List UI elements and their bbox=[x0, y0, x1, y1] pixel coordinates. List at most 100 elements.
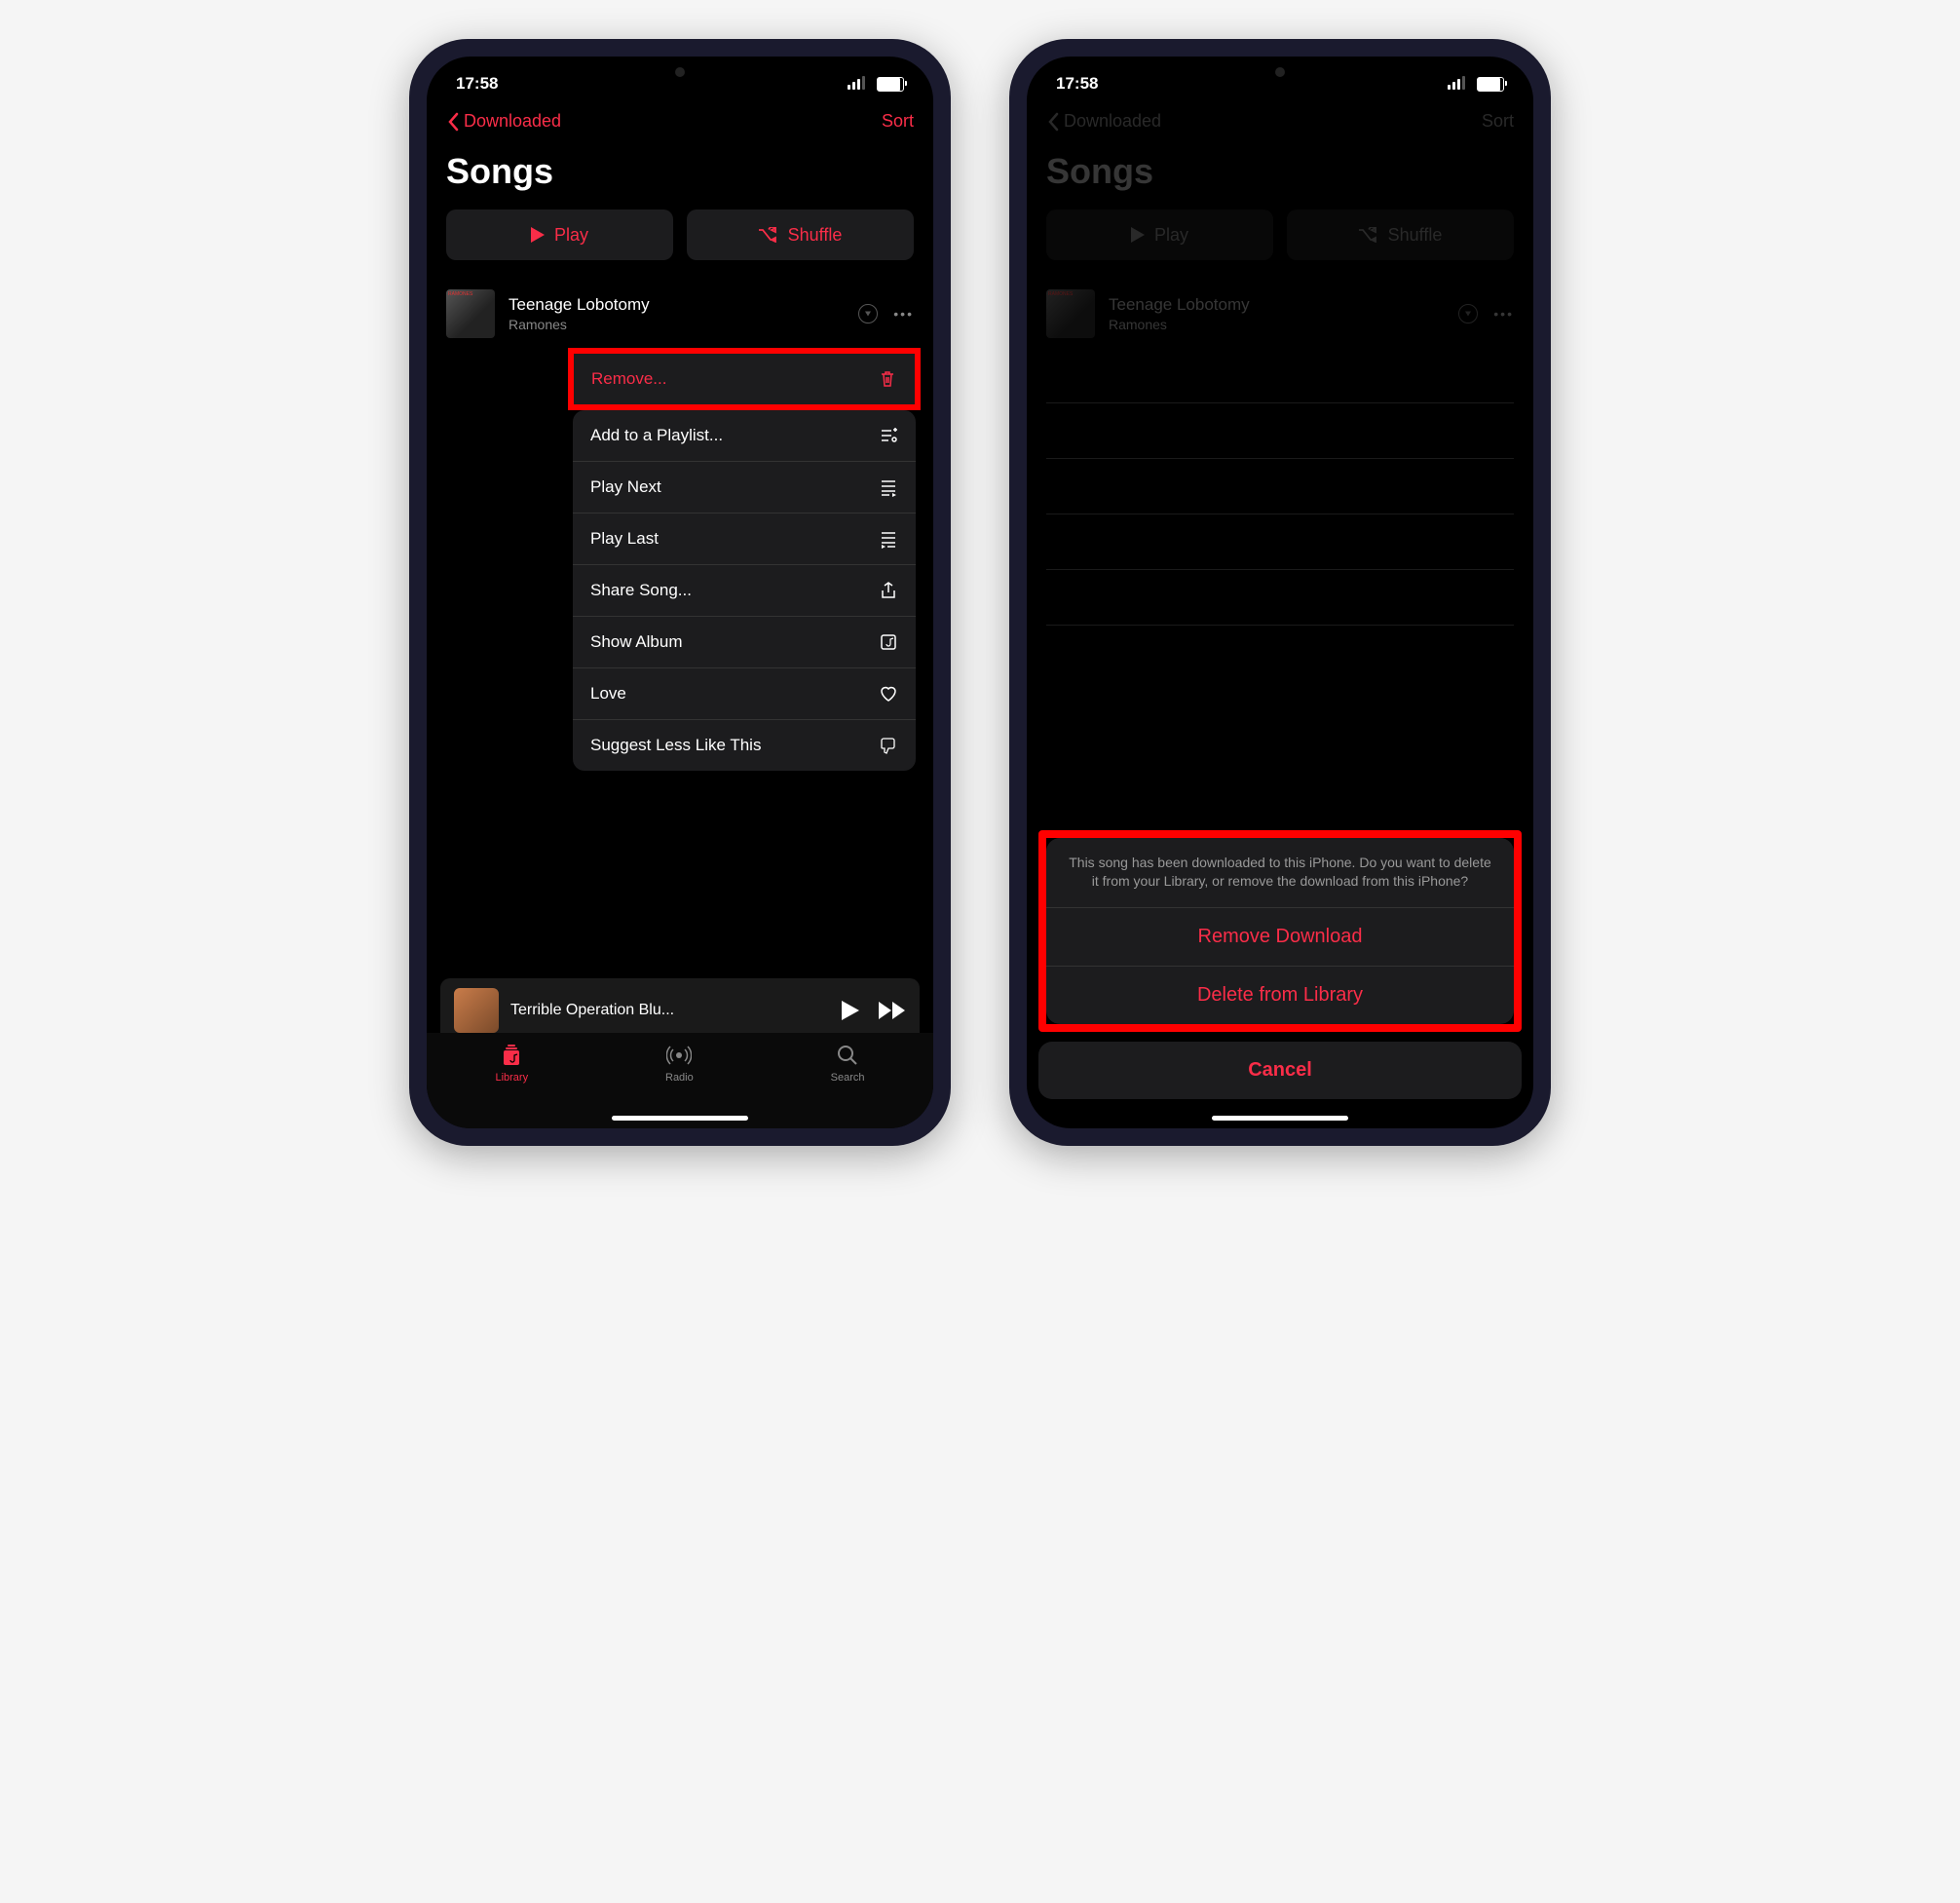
menu-love-label: Love bbox=[590, 684, 626, 704]
now-playing-art bbox=[454, 988, 499, 1033]
menu-play-next[interactable]: Play Next bbox=[573, 462, 916, 514]
status-time: 17:58 bbox=[456, 74, 498, 94]
download-icon bbox=[1458, 304, 1478, 324]
song-artist: Ramones bbox=[1109, 317, 1445, 332]
home-indicator[interactable] bbox=[612, 1116, 748, 1121]
cellular-icon bbox=[1448, 78, 1465, 90]
playlist-icon bbox=[879, 426, 898, 445]
screen-left: 17:58 Downloaded Sort Songs Play Shuffle bbox=[427, 57, 933, 1128]
play-button: Play bbox=[1046, 209, 1273, 260]
menu-suggest-less-label: Suggest Less Like This bbox=[590, 736, 761, 755]
radio-icon bbox=[666, 1043, 692, 1068]
now-playing-title: Terrible Operation Blu... bbox=[510, 1002, 830, 1019]
np-play-icon[interactable] bbox=[842, 1001, 859, 1020]
search-icon bbox=[835, 1043, 860, 1068]
menu-play-next-label: Play Next bbox=[590, 477, 661, 497]
album-art bbox=[1046, 289, 1095, 338]
menu-share-label: Share Song... bbox=[590, 581, 692, 600]
sheet-message: This song has been downloaded to this iP… bbox=[1046, 838, 1514, 907]
album-art bbox=[446, 289, 495, 338]
back-button[interactable]: Downloaded bbox=[446, 111, 561, 132]
share-icon bbox=[879, 581, 898, 600]
song-title: Teenage Lobotomy bbox=[1109, 295, 1445, 315]
page-title: Songs bbox=[1027, 141, 1533, 209]
tab-bar: Library Radio Search bbox=[427, 1033, 933, 1128]
tab-radio-label: Radio bbox=[665, 1072, 694, 1084]
menu-share[interactable]: Share Song... bbox=[573, 565, 916, 617]
highlight-annotation: Remove... bbox=[568, 348, 921, 410]
page-title: Songs bbox=[427, 141, 933, 209]
status-icons bbox=[1448, 74, 1504, 94]
notch bbox=[607, 57, 753, 88]
highlight-annotation: This song has been downloaded to this iP… bbox=[1038, 830, 1522, 1032]
menu-add-playlist-label: Add to a Playlist... bbox=[590, 426, 723, 445]
np-forward-icon[interactable] bbox=[879, 1002, 906, 1019]
play-label: Play bbox=[554, 225, 588, 246]
play-icon bbox=[1131, 227, 1145, 243]
menu-show-album[interactable]: Show Album bbox=[573, 617, 916, 668]
sheet-group: This song has been downloaded to this iP… bbox=[1046, 838, 1514, 1024]
tab-library-label: Library bbox=[495, 1072, 528, 1084]
play-icon bbox=[531, 227, 545, 243]
trash-icon bbox=[878, 369, 897, 389]
song-actions: ••• bbox=[1458, 304, 1514, 324]
play-label: Play bbox=[1154, 225, 1188, 246]
back-label: Downloaded bbox=[464, 111, 561, 132]
play-last-icon bbox=[879, 529, 898, 549]
home-indicator[interactable] bbox=[1212, 1116, 1348, 1121]
tab-radio[interactable]: Radio bbox=[665, 1043, 694, 1084]
nav-row: Downloaded Sort bbox=[1027, 101, 1533, 141]
shuffle-icon bbox=[759, 227, 778, 243]
menu-suggest-less[interactable]: Suggest Less Like This bbox=[573, 720, 916, 771]
heart-icon bbox=[879, 684, 898, 704]
remove-download-button[interactable]: Remove Download bbox=[1046, 907, 1514, 966]
tab-search-label: Search bbox=[831, 1072, 865, 1084]
shuffle-label: Shuffle bbox=[788, 225, 843, 246]
battery-icon bbox=[877, 77, 904, 92]
status-icons bbox=[848, 74, 904, 94]
song-row[interactable]: Teenage Lobotomy Ramones ••• bbox=[427, 280, 933, 348]
shuffle-button: Shuffle bbox=[1287, 209, 1514, 260]
play-next-icon bbox=[879, 477, 898, 497]
thumbs-down-icon bbox=[879, 736, 898, 755]
cellular-icon bbox=[848, 78, 865, 90]
song-info: Teenage Lobotomy Ramones bbox=[509, 295, 845, 332]
more-button: ••• bbox=[1493, 306, 1514, 322]
tab-search[interactable]: Search bbox=[831, 1043, 865, 1084]
screen-right: 17:58 Downloaded Sort Songs Play Shuffle bbox=[1027, 57, 1533, 1128]
shuffle-button[interactable]: Shuffle bbox=[687, 209, 914, 260]
back-button: Downloaded bbox=[1046, 111, 1161, 132]
album-icon bbox=[879, 632, 898, 652]
menu-love[interactable]: Love bbox=[573, 668, 916, 720]
action-buttons-row: Play Shuffle bbox=[1027, 209, 1533, 280]
play-button[interactable]: Play bbox=[446, 209, 673, 260]
library-icon bbox=[499, 1043, 524, 1068]
action-sheet: This song has been downloaded to this iP… bbox=[1027, 818, 1533, 1128]
menu-show-album-label: Show Album bbox=[590, 632, 683, 652]
menu-play-last[interactable]: Play Last bbox=[573, 514, 916, 565]
sort-button[interactable]: Sort bbox=[882, 111, 914, 132]
shuffle-icon bbox=[1359, 227, 1378, 243]
song-artist: Ramones bbox=[509, 317, 845, 332]
song-info: Teenage Lobotomy Ramones bbox=[1109, 295, 1445, 332]
song-actions: ••• bbox=[858, 304, 914, 324]
menu-play-last-label: Play Last bbox=[590, 529, 659, 549]
song-title: Teenage Lobotomy bbox=[509, 295, 845, 315]
menu-remove[interactable]: Remove... bbox=[574, 354, 915, 404]
phone-right: 17:58 Downloaded Sort Songs Play Shuffle bbox=[1009, 39, 1551, 1146]
sort-button: Sort bbox=[1482, 111, 1514, 132]
cancel-button[interactable]: Cancel bbox=[1038, 1042, 1522, 1099]
shuffle-label: Shuffle bbox=[1388, 225, 1443, 246]
back-label: Downloaded bbox=[1064, 111, 1161, 132]
nav-row: Downloaded Sort bbox=[427, 101, 933, 141]
menu-add-playlist[interactable]: Add to a Playlist... bbox=[573, 410, 916, 462]
delete-library-button[interactable]: Delete from Library bbox=[1046, 966, 1514, 1024]
song-row: Teenage Lobotomy Ramones ••• bbox=[1027, 280, 1533, 348]
context-menu: Add to a Playlist... Play Next Play Last… bbox=[573, 410, 916, 771]
download-icon[interactable] bbox=[858, 304, 878, 324]
more-button[interactable]: ••• bbox=[893, 306, 914, 322]
chevron-left-icon bbox=[1046, 112, 1060, 132]
tab-library[interactable]: Library bbox=[495, 1043, 528, 1084]
now-playing-controls bbox=[842, 1001, 906, 1020]
chevron-left-icon bbox=[446, 112, 460, 132]
